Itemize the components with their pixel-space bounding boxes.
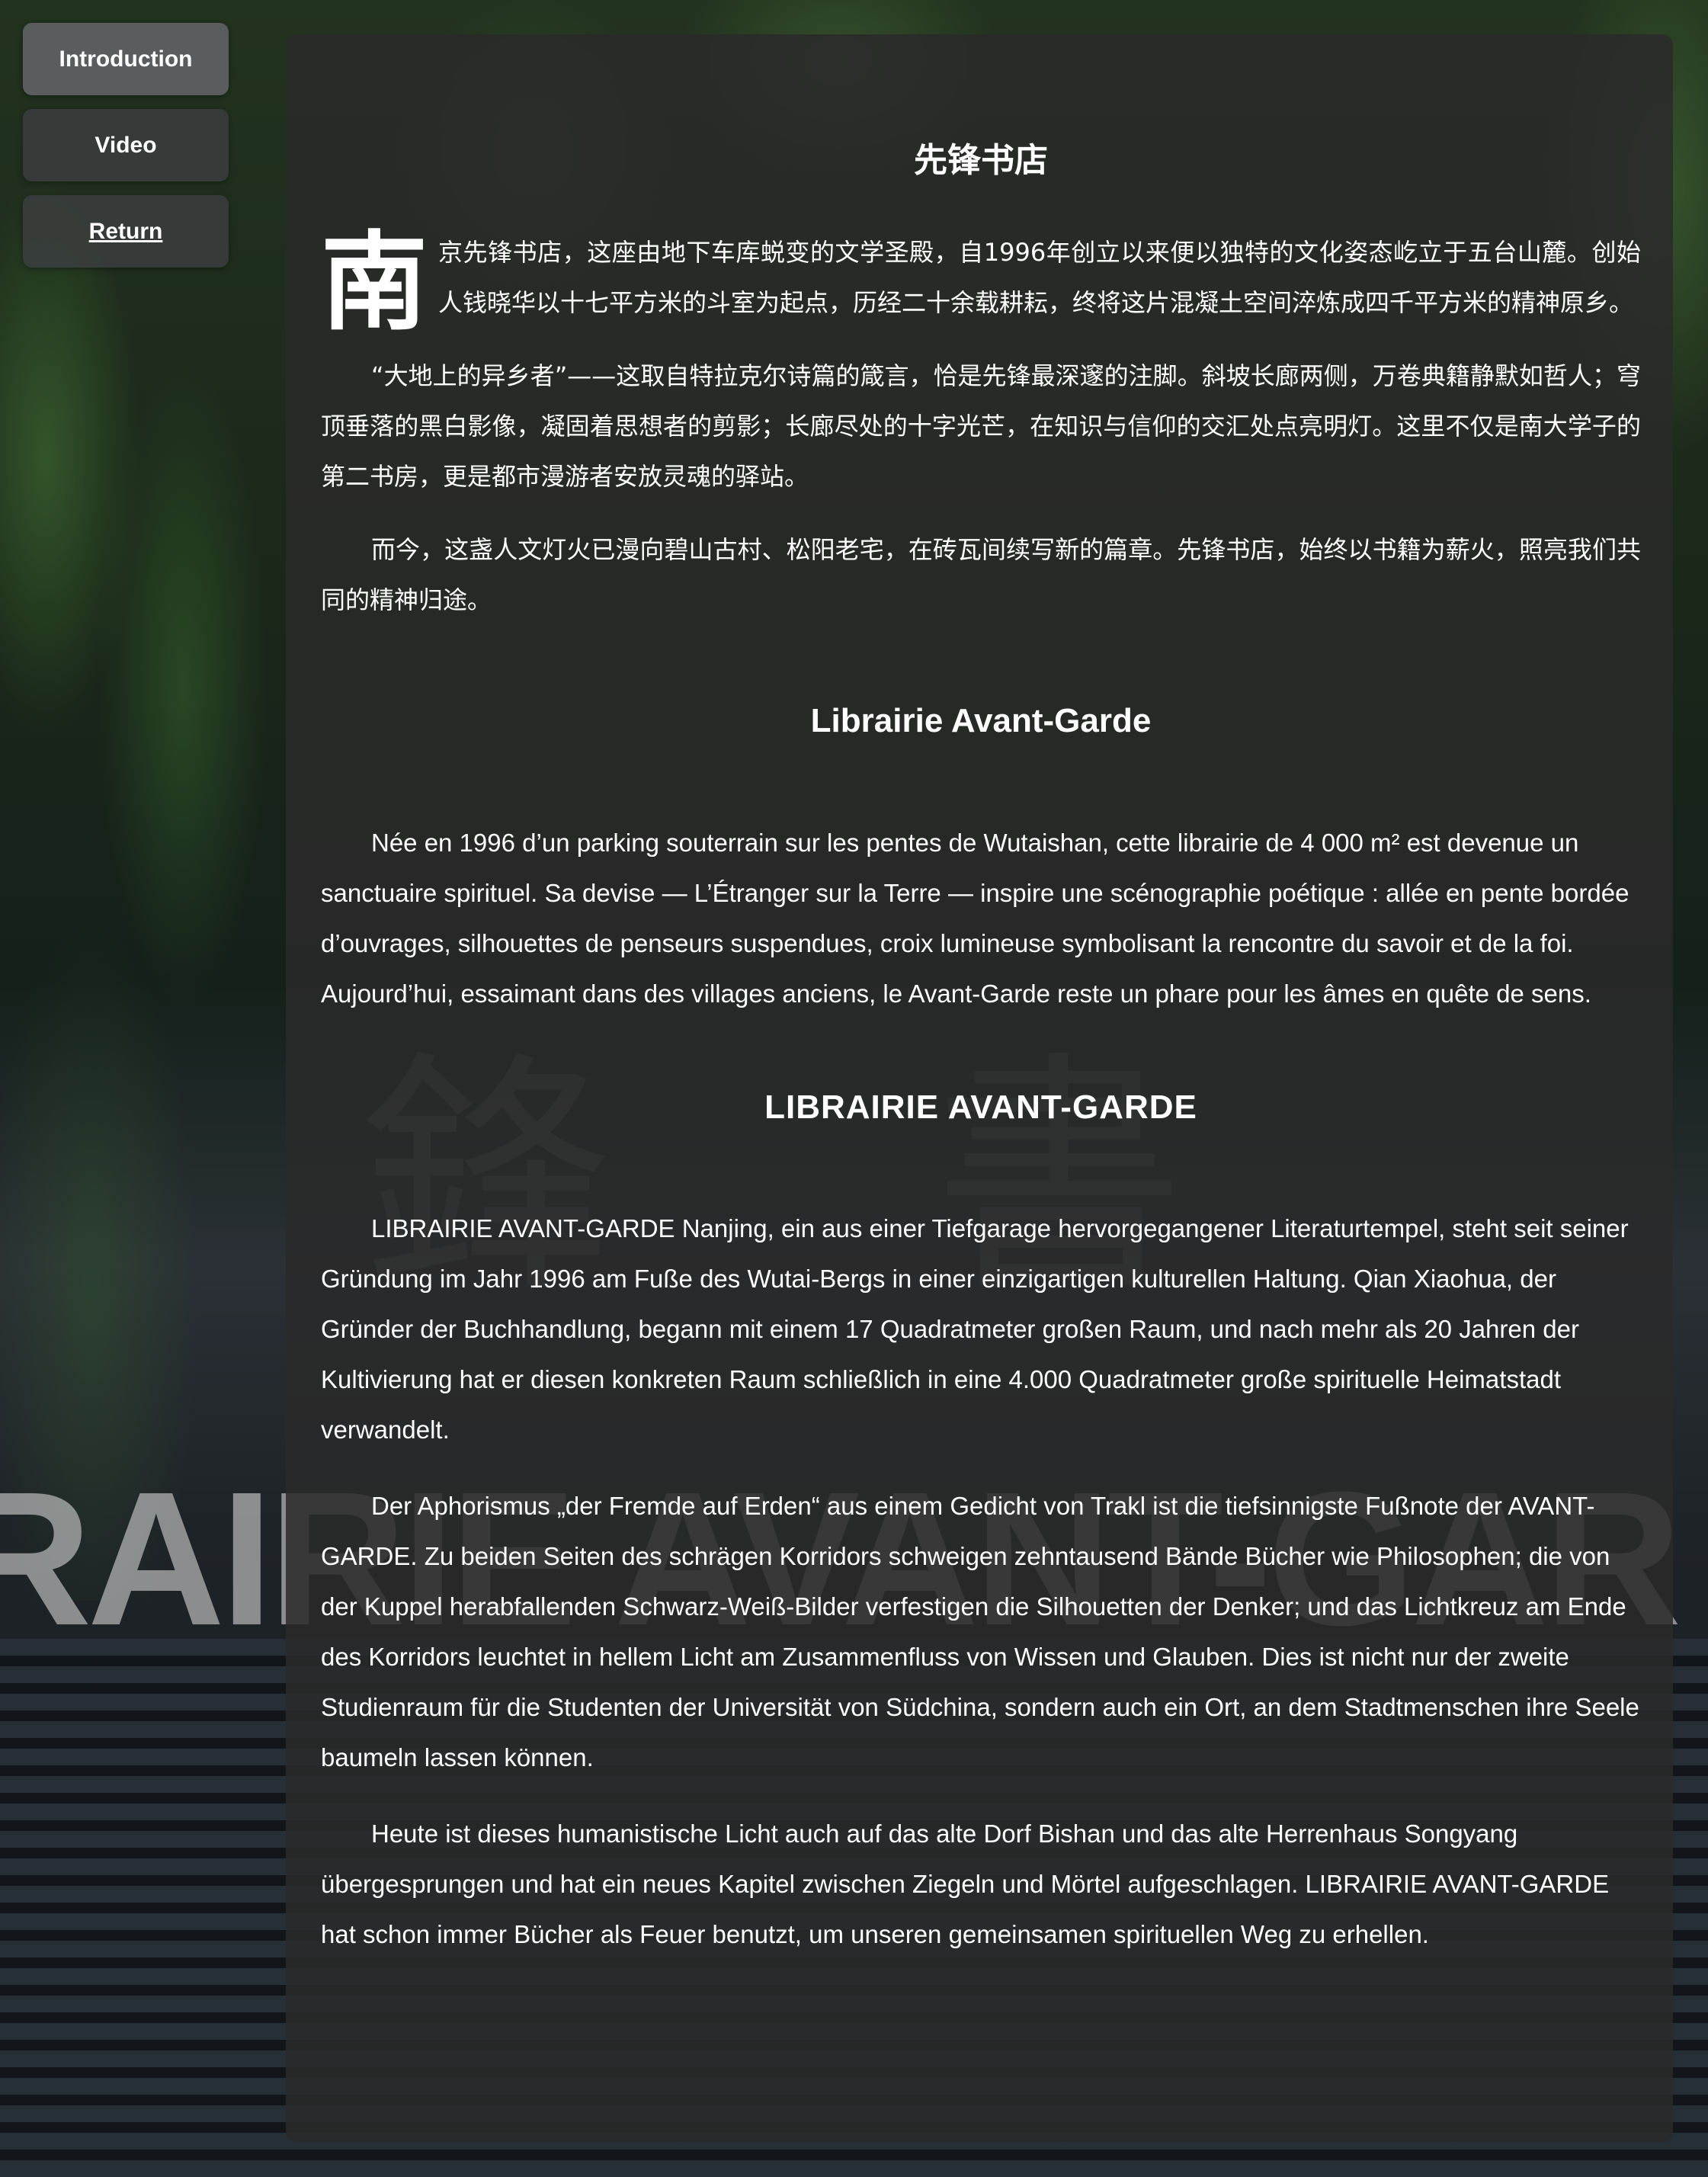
chinese-paragraph-text: 京先锋书店，这座由地下车库蜕变的文学圣殿，自1996年创立以来便以独特的文化姿态… — [438, 237, 1641, 317]
chinese-title: 先锋书店 — [914, 142, 1048, 179]
german-section: LIBRAIRIE AVANT-GARDE LIBRAIRIE AVANT-GA… — [321, 1088, 1641, 1961]
german-paragraph: LIBRAIRIE AVANT-GARDE Nanjing, ein aus e… — [321, 1214, 1629, 1444]
nav-video-button[interactable]: Video — [23, 109, 229, 181]
chinese-paragraph: “大地上的异乡者”——这取自特拉克尔诗篇的箴言，恰是先锋最深邃的注脚。斜坡长廊两… — [321, 361, 1641, 491]
nav-return-button[interactable]: Return — [23, 195, 229, 268]
german-paragraph: Heute ist dieses humanistische Licht auc… — [321, 1820, 1610, 1949]
french-title: Librairie Avant-Garde — [810, 701, 1152, 739]
nav-introduction-button[interactable]: Introduction — [23, 23, 229, 95]
german-paragraph: Der Aphorismus „der Fremde auf Erden“ au… — [321, 1492, 1639, 1772]
drop-cap: 南 — [321, 220, 428, 345]
german-title: LIBRAIRIE AVANT-GARDE — [764, 1088, 1197, 1126]
side-navigation: Introduction Video Return — [23, 23, 229, 268]
content-panel[interactable]: 先锋书店 南 京先锋书店，这座由地下车库蜕变的文学圣殿，自1996年创立以来便以… — [286, 34, 1673, 2142]
chinese-section: 先锋书店 南 京先锋书店，这座由地下车库蜕变的文学圣殿，自1996年创立以来便以… — [321, 141, 1641, 625]
french-section: Librairie Avant-Garde Née en 1996 d’un p… — [321, 701, 1641, 1019]
nav-return-label: Return — [88, 218, 163, 244]
french-paragraph: Née en 1996 d’un parking souterrain sur … — [321, 828, 1629, 1008]
nav-video-label: Video — [95, 132, 157, 158]
chinese-paragraph: 而今，这盏人文灯火已漫向碧山古村、松阳老宅，在砖瓦间续写新的篇章。先锋书店，始终… — [321, 534, 1641, 614]
nav-introduction-label: Introduction — [59, 46, 193, 72]
chinese-paragraph: 南 京先锋书店，这座由地下车库蜕变的文学圣殿，自1996年创立以来便以独特的文化… — [321, 227, 1641, 336]
